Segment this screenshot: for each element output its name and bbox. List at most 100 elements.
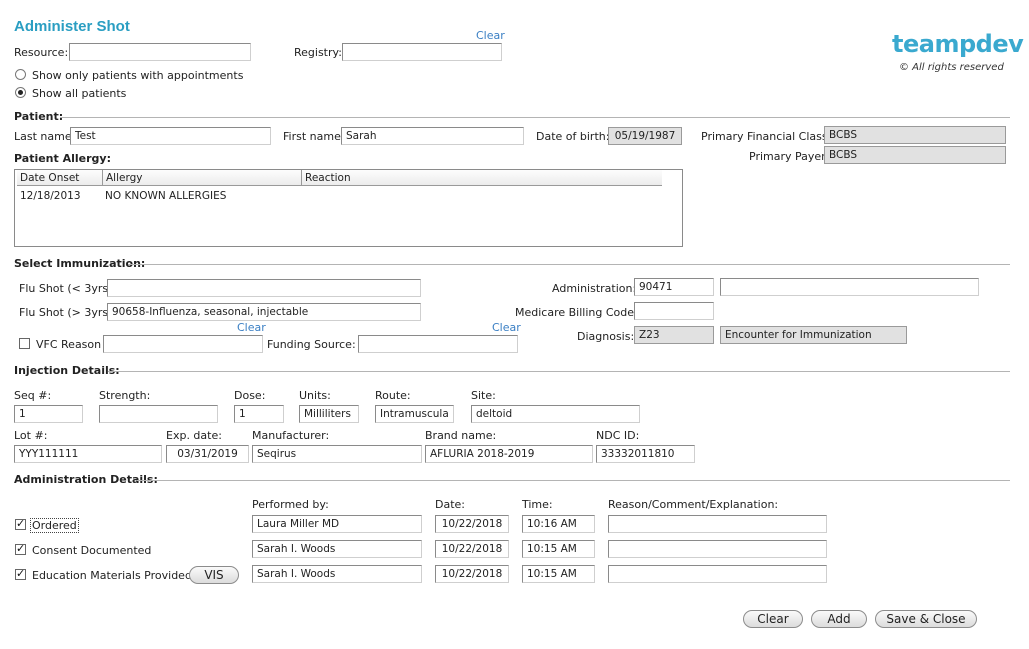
allergy-section-title: Patient Allergy:: [14, 152, 111, 165]
dose-input[interactable]: [234, 405, 284, 423]
administration-label: Administration:: [552, 282, 637, 295]
immunization-divider: [128, 264, 1010, 265]
education-time-input[interactable]: [522, 565, 595, 583]
primary-payer-label: Primary Payer:: [749, 150, 830, 163]
brand-name-label: Brand name:: [425, 429, 497, 442]
diagnosis-code-field: [634, 326, 714, 344]
vfc-reason-label: VFC Reason: [36, 338, 102, 351]
ordered-label: Ordered: [30, 518, 79, 533]
financial-class-label: Primary Financial Class:: [701, 130, 832, 143]
flu-over3-label: Flu Shot (> 3yrs):: [19, 306, 117, 319]
dob-field: [608, 127, 682, 145]
vfc-clear-link[interactable]: Clear: [237, 321, 266, 334]
route-input[interactable]: [375, 405, 454, 423]
radio-all-patients[interactable]: [15, 87, 26, 98]
manufacturer-label: Manufacturer:: [252, 429, 330, 442]
injection-section-title: Injection Details:: [14, 364, 120, 377]
dose-label: Dose:: [234, 389, 266, 402]
diagnosis-desc-field: [720, 326, 907, 344]
registry-clear-link[interactable]: Clear: [476, 29, 505, 42]
funding-clear-link[interactable]: Clear: [492, 321, 521, 334]
patient-section-title: Patient:: [14, 110, 64, 123]
consent-time-input[interactable]: [522, 540, 595, 558]
company-logo: teampdev: [892, 30, 1024, 58]
ndc-id-label: NDC ID:: [596, 429, 640, 442]
dob-label: Date of birth:: [536, 130, 610, 143]
seq-input[interactable]: [14, 405, 83, 423]
strength-input[interactable]: [99, 405, 218, 423]
manufacturer-input[interactable]: [252, 445, 422, 463]
consent-reason-input[interactable]: [608, 540, 827, 558]
page-title: Administer Shot: [14, 18, 130, 35]
financial-class-field: [824, 126, 1006, 144]
registry-input[interactable]: [342, 43, 502, 61]
strength-label: Strength:: [99, 389, 151, 402]
vfc-reason-input[interactable]: [103, 335, 263, 353]
site-input[interactable]: [471, 405, 640, 423]
administration-code-input[interactable]: [634, 278, 714, 296]
allergy-col-date[interactable]: Date Onset: [17, 170, 103, 186]
allergy-grid: Date Onset Allergy Reaction 12/18/2013 N…: [14, 169, 683, 247]
education-label: Education Materials Provided: [32, 569, 192, 582]
allergy-name-cell: NO KNOWN ALLERGIES: [105, 190, 227, 202]
immunization-section-title: Select Immunization:: [14, 257, 146, 270]
copyright-text: © All rights reserved: [899, 62, 1004, 73]
allergy-col-reaction[interactable]: Reaction: [302, 170, 662, 186]
ordered-date-input[interactable]: [435, 515, 509, 533]
clear-button[interactable]: Clear: [743, 610, 803, 628]
save-close-button[interactable]: Save & Close: [875, 610, 977, 628]
vfc-reason-checkbox[interactable]: [19, 338, 30, 349]
radio-all-patients-label: Show all patients: [32, 87, 127, 100]
performed-by-header: Performed by:: [252, 498, 329, 511]
resource-input[interactable]: [69, 43, 251, 61]
ordered-checkbox[interactable]: [15, 517, 26, 530]
add-button[interactable]: Add: [811, 610, 867, 628]
flu-under3-label: Flu Shot (< 3yrs):: [19, 282, 117, 295]
ordered-reason-input[interactable]: [608, 515, 827, 533]
first-name-input[interactable]: [341, 127, 524, 145]
ndc-id-input[interactable]: [596, 445, 695, 463]
lot-input[interactable]: [14, 445, 162, 463]
consent-performed-by-input[interactable]: [252, 540, 422, 558]
flu-over3-input[interactable]: [107, 303, 421, 321]
consent-checkbox[interactable]: [15, 542, 26, 555]
resource-label: Resource:: [14, 46, 69, 59]
radio-appointments[interactable]: [15, 69, 26, 80]
seq-label: Seq #:: [14, 389, 52, 402]
education-date-input[interactable]: [435, 565, 509, 583]
units-input[interactable]: [299, 405, 359, 423]
consent-date-input[interactable]: [435, 540, 509, 558]
registry-label: Registry:: [294, 46, 342, 59]
education-checkbox[interactable]: [15, 567, 26, 580]
exp-date-label: Exp. date:: [166, 429, 222, 442]
patient-divider: [60, 117, 1010, 118]
reason-header: Reason/Comment/Explanation:: [608, 498, 779, 511]
administration-desc-input[interactable]: [720, 278, 979, 296]
injection-divider: [108, 371, 1010, 372]
education-performed-by-input[interactable]: [252, 565, 422, 583]
time-header: Time:: [522, 498, 553, 511]
ordered-time-input[interactable]: [522, 515, 595, 533]
first-name-label: First name:: [283, 130, 345, 143]
funding-source-label: Funding Source:: [267, 338, 356, 351]
site-label: Site:: [471, 389, 496, 402]
radio-appointments-label: Show only patients with appointments: [32, 69, 244, 82]
education-reason-input[interactable]: [608, 565, 827, 583]
date-header: Date:: [435, 498, 465, 511]
allergy-col-allergy[interactable]: Allergy: [103, 170, 302, 186]
administration-divider: [137, 480, 1010, 481]
exp-date-input[interactable]: [166, 445, 249, 463]
medicare-billing-input[interactable]: [634, 302, 714, 320]
ordered-performed-by-input[interactable]: [252, 515, 422, 533]
primary-payer-field: [824, 146, 1006, 164]
brand-name-input[interactable]: [425, 445, 593, 463]
funding-source-input[interactable]: [358, 335, 518, 353]
units-label: Units:: [299, 389, 331, 402]
lot-label: Lot #:: [14, 429, 48, 442]
last-name-input[interactable]: [70, 127, 271, 145]
vis-button[interactable]: VIS: [189, 566, 239, 584]
route-label: Route:: [375, 389, 411, 402]
consent-label: Consent Documented: [32, 544, 152, 557]
flu-under3-input[interactable]: [107, 279, 421, 297]
medicare-billing-label: Medicare Billing Code:: [515, 306, 638, 319]
